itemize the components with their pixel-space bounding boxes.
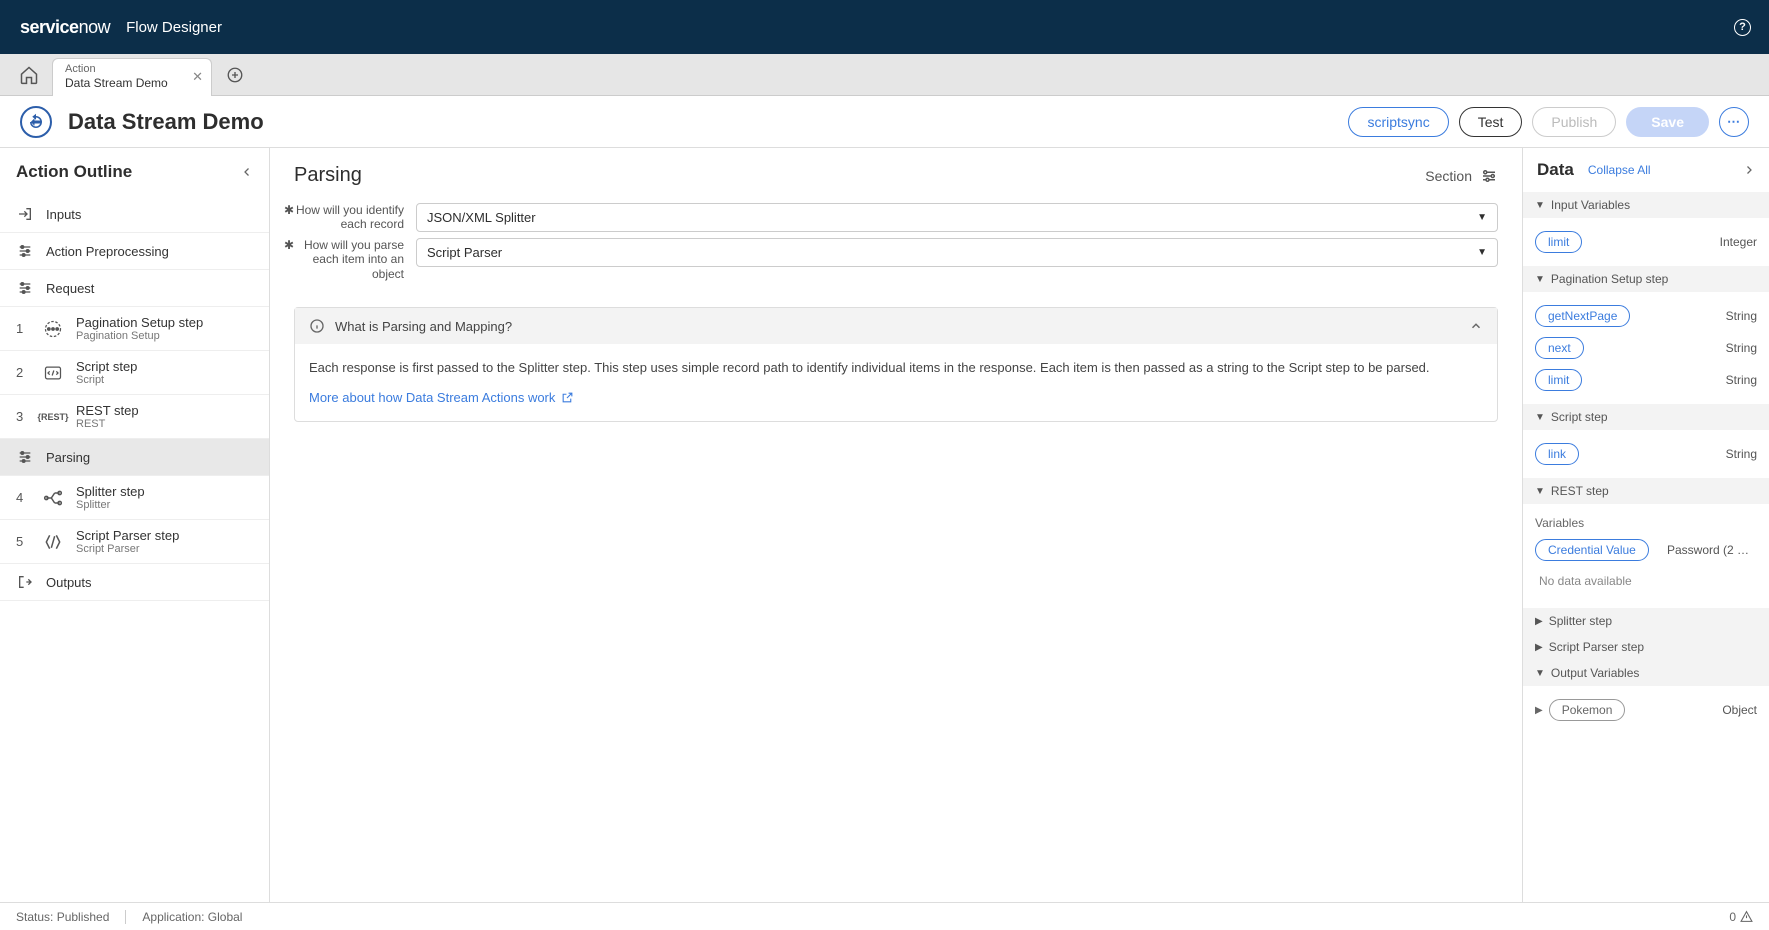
parsing-icon <box>16 449 34 465</box>
var-pill-limit[interactable]: limit <box>1535 231 1582 253</box>
collapse-sidebar-icon[interactable] <box>241 166 253 178</box>
chevron-down-icon: ▼ <box>1477 247 1487 258</box>
more-button[interactable]: ⋯ <box>1719 107 1749 137</box>
field2-label: ✱How will you parse each item into an ob… <box>294 238 404 281</box>
center-panel: Parsing Section ✱How will you identify e… <box>270 148 1523 902</box>
outline-step-2[interactable]: 2 Script step Script <box>0 351 269 395</box>
section-pagination-setup[interactable]: ▼Pagination Setup step <box>1523 266 1769 292</box>
chevron-up-icon <box>1469 319 1483 333</box>
home-button[interactable] <box>10 56 48 94</box>
data-var-row: link String <box>1535 438 1757 470</box>
field1-label: ✱How will you identify each record <box>294 203 404 232</box>
tab-type: Action <box>65 63 185 76</box>
sidebar: Action Outline Inputs Action Preprocessi… <box>0 148 270 902</box>
footer-count: 0 <box>1729 910 1736 924</box>
close-icon[interactable]: ✕ <box>192 69 203 85</box>
section-script-parser-step[interactable]: ▶Script Parser step <box>1523 634 1769 660</box>
back-button[interactable] <box>20 106 52 138</box>
outline-step-5[interactable]: 5 Script Parser step Script Parser <box>0 520 269 564</box>
top-bar: servicenow Flow Designer ? <box>0 0 1769 54</box>
outline-inputs[interactable]: Inputs <box>0 196 269 233</box>
chevron-down-icon: ▼ <box>1477 212 1487 223</box>
info-header[interactable]: What is Parsing and Mapping? <box>295 308 1497 344</box>
footer-status: Status: Published <box>16 910 109 924</box>
header-actions: scriptsync Test Publish Save ⋯ <box>1348 107 1749 137</box>
section-rest-step[interactable]: ▼REST step <box>1523 478 1769 504</box>
logo: servicenow <box>20 17 110 38</box>
section-output-variables[interactable]: ▼Output Variables <box>1523 660 1769 686</box>
pagination-icon <box>42 319 64 339</box>
collapse-all-link[interactable]: Collapse All <box>1588 163 1651 177</box>
field1-select[interactable]: JSON/XML Splitter ▼ <box>416 203 1498 232</box>
publish-button: Publish <box>1532 107 1616 137</box>
inputs-icon <box>16 206 34 222</box>
data-var-row: getNextPage String <box>1535 300 1757 332</box>
data-var-row: ▶ Pokemon Object <box>1535 694 1757 726</box>
data-panel: Data Collapse All ▼Input Variables limit… <box>1523 148 1769 902</box>
data-var-row: limit Integer <box>1535 226 1757 258</box>
external-link-icon <box>561 391 574 404</box>
section-input-variables[interactable]: ▼Input Variables <box>1523 192 1769 218</box>
outline-parsing[interactable]: Parsing <box>0 439 269 476</box>
outline-step-1[interactable]: 1 Pagination Setup step Pagination Setup <box>0 307 269 351</box>
footer-app: Application: Global <box>142 910 242 924</box>
section-splitter-step[interactable]: ▶Splitter step <box>1523 608 1769 634</box>
preprocessing-icon <box>16 243 34 259</box>
script-icon <box>42 363 64 383</box>
expand-panel-icon[interactable] <box>1743 164 1755 176</box>
data-var-row: next String <box>1535 332 1757 364</box>
outline-step-3[interactable]: 3 {REST} REST step REST <box>0 395 269 439</box>
help-icon[interactable]: ? <box>1734 19 1751 36</box>
tab-name: Data Stream Demo <box>65 76 185 90</box>
section-script-step[interactable]: ▼Script step <box>1523 404 1769 430</box>
scriptsync-button[interactable]: scriptsync <box>1348 107 1448 137</box>
request-icon <box>16 280 34 296</box>
info-box: What is Parsing and Mapping? Each respon… <box>294 307 1498 422</box>
var-pill-credential[interactable]: Credential Value <box>1535 539 1649 561</box>
var-pill-pokemon[interactable]: Pokemon <box>1549 699 1626 721</box>
product-name: Flow Designer <box>126 19 222 36</box>
header-row: Data Stream Demo scriptsync Test Publish… <box>0 96 1769 148</box>
section-control[interactable]: Section <box>1425 167 1498 185</box>
data-var-row: limit String <box>1535 364 1757 396</box>
var-pill-limit2[interactable]: limit <box>1535 369 1582 391</box>
no-data-text: No data available <box>1535 566 1757 600</box>
field2-select[interactable]: Script Parser ▼ <box>416 238 1498 267</box>
var-pill-link[interactable]: link <box>1535 443 1579 465</box>
outline-outputs[interactable]: Outputs <box>0 564 269 601</box>
tab-action[interactable]: Action Data Stream Demo ✕ <box>52 58 212 96</box>
info-icon <box>309 318 325 334</box>
info-body-text: Each response is first passed to the Spl… <box>309 358 1483 378</box>
splitter-icon <box>42 488 64 508</box>
tab-bar: Action Data Stream Demo ✕ <box>0 54 1769 96</box>
var-pill-getnextpage[interactable]: getNextPage <box>1535 305 1630 327</box>
section-icon <box>1480 167 1498 185</box>
data-title: Data <box>1537 160 1574 180</box>
warning-icon[interactable] <box>1740 910 1753 923</box>
variables-label: Variables <box>1535 512 1757 534</box>
test-button[interactable]: Test <box>1459 107 1523 137</box>
footer: Status: Published Application: Global 0 <box>0 902 1769 930</box>
sidebar-title: Action Outline <box>16 162 132 182</box>
outline-preprocessing[interactable]: Action Preprocessing <box>0 233 269 270</box>
var-pill-next[interactable]: next <box>1535 337 1584 359</box>
outputs-icon <box>16 574 34 590</box>
outline-request[interactable]: Request <box>0 270 269 307</box>
info-link[interactable]: More about how Data Stream Actions work <box>309 388 574 408</box>
page-title: Data Stream Demo <box>68 109 1348 135</box>
data-var-row: Credential Value Password (2 Way... <box>1535 534 1757 566</box>
add-tab-button[interactable] <box>220 60 250 90</box>
save-button[interactable]: Save <box>1626 107 1709 137</box>
outline-step-4[interactable]: 4 Splitter step Splitter <box>0 476 269 520</box>
rest-icon: {REST} <box>42 412 64 422</box>
script-parser-icon <box>42 532 64 552</box>
center-title: Parsing <box>294 164 362 187</box>
